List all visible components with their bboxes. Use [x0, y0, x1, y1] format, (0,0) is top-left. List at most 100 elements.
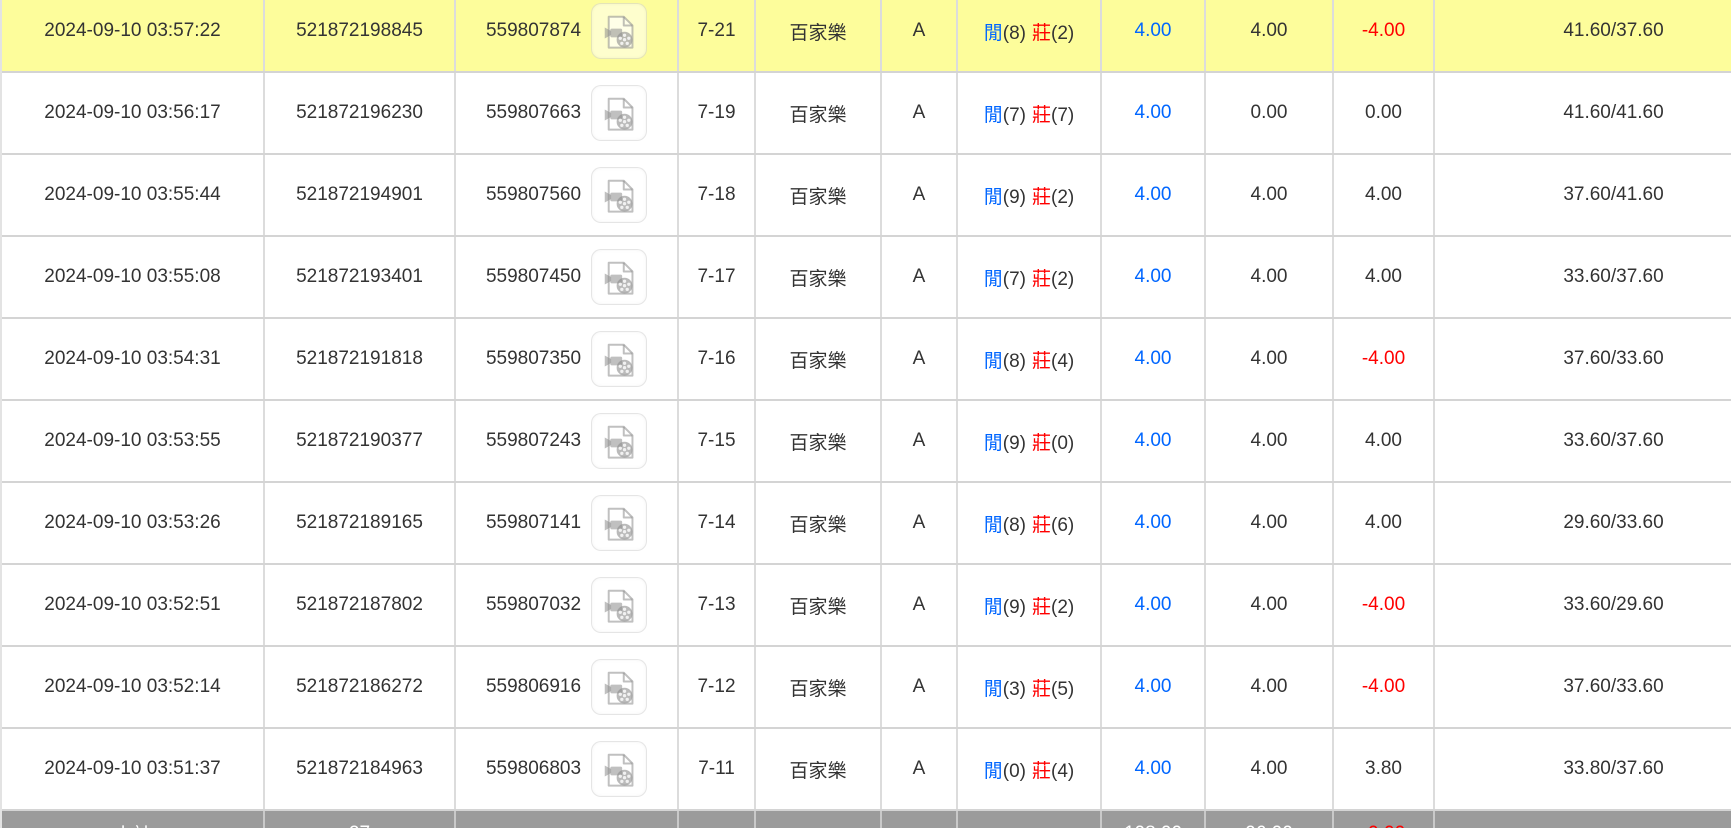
- bet-record-row[interactable]: 2024-09-10 03:56:17 521872196230 5598076…: [2, 73, 1731, 155]
- banker-score: (0): [1051, 433, 1074, 454]
- player-result: 閒(8): [984, 346, 1026, 373]
- valid-bet-cell: 0.00: [1206, 73, 1334, 153]
- bet-record-row[interactable]: 2024-09-10 03:54:31 521872191818 5598073…: [2, 319, 1731, 401]
- subtotal-empty-result: [958, 811, 1102, 828]
- round-cell: 7-11: [679, 729, 756, 809]
- win-loss-cell: -4.00: [1334, 647, 1435, 727]
- banker-label: 莊: [1032, 679, 1051, 700]
- banker-score: (4): [1051, 761, 1074, 782]
- game-id: 559807450: [486, 266, 581, 288]
- valid-bet-cell: 4.00: [1206, 319, 1334, 399]
- video-replay-button[interactable]: [591, 3, 647, 59]
- round-cell: 7-15: [679, 401, 756, 481]
- player-score: (9): [1003, 187, 1026, 208]
- banker-result: 莊(5): [1032, 674, 1074, 701]
- round-cell: 7-12: [679, 647, 756, 727]
- bet-amount-cell: 4.00: [1102, 483, 1206, 563]
- bet-rows: 2024-09-10 03:57:22 521872198845 5598078…: [2, 0, 1731, 811]
- bet-time-cell: 2024-09-10 03:51:37: [2, 729, 265, 809]
- subtotal-empty-game: [756, 811, 882, 828]
- player-result: 閒(9): [984, 428, 1026, 455]
- win-loss-cell: 4.00: [1334, 483, 1435, 563]
- game-id: 559807141: [486, 512, 581, 534]
- game-id-cell: 559807874: [456, 0, 679, 71]
- video-replay-button[interactable]: [591, 249, 647, 305]
- win-loss-cell: -4.00: [1334, 319, 1435, 399]
- bet-record-row[interactable]: 2024-09-10 03:57:22 521872198845 5598078…: [2, 0, 1731, 73]
- bet-record-row[interactable]: 2024-09-10 03:52:51 521872187802 5598070…: [2, 565, 1731, 647]
- game-type-cell: 百家樂: [756, 0, 882, 71]
- game-id-cell: 559807032: [456, 565, 679, 645]
- balance-cell: 37.60/33.60: [1435, 647, 1731, 727]
- bet-record-row[interactable]: 2024-09-10 03:51:37 521872184963 5598068…: [2, 729, 1731, 811]
- video-replay-icon: [600, 12, 638, 50]
- banker-label: 莊: [1032, 433, 1051, 454]
- result-cell: 閒(9) 莊(2): [958, 155, 1102, 235]
- video-replay-button[interactable]: [591, 167, 647, 223]
- video-replay-button[interactable]: [591, 495, 647, 551]
- round-cell: 7-21: [679, 0, 756, 71]
- game-id-cell: 559807350: [456, 319, 679, 399]
- player-result: 閒(8): [984, 510, 1026, 537]
- win-loss-cell: -4.00: [1334, 565, 1435, 645]
- subtotal-win-loss: -9.00: [1334, 811, 1435, 828]
- bet-record-row[interactable]: 2024-09-10 03:53:55 521872190377 5598072…: [2, 401, 1731, 483]
- banker-result: 莊(0): [1032, 428, 1074, 455]
- bet-id-cell: 521872191818: [265, 319, 456, 399]
- bet-time-cell: 2024-09-10 03:54:31: [2, 319, 265, 399]
- valid-bet-cell: 4.00: [1206, 155, 1334, 235]
- bet-amount-cell: 4.00: [1102, 0, 1206, 71]
- bet-record-row[interactable]: 2024-09-10 03:55:44 521872194901 5598075…: [2, 155, 1731, 237]
- video-replay-button[interactable]: [591, 85, 647, 141]
- table-code-cell: A: [882, 565, 958, 645]
- bet-record-row[interactable]: 2024-09-10 03:52:14 521872186272 5598069…: [2, 647, 1731, 729]
- round-cell: 7-17: [679, 237, 756, 317]
- game-type-cell: 百家樂: [756, 319, 882, 399]
- game-id: 559807874: [486, 20, 581, 42]
- player-label: 閒: [984, 433, 1003, 454]
- game-id: 559807560: [486, 184, 581, 206]
- result-cell: 閒(9) 莊(2): [958, 565, 1102, 645]
- subtotal-empty-gameid: [456, 811, 679, 828]
- game-type-cell: 百家樂: [756, 729, 882, 809]
- bet-amount-cell: 4.00: [1102, 319, 1206, 399]
- banker-score: (2): [1051, 23, 1074, 44]
- round-cell: 7-14: [679, 483, 756, 563]
- bet-history-table: 2024-09-10 03:57:22 521872198845 5598078…: [0, 0, 1731, 828]
- result-cell: 閒(9) 莊(0): [958, 401, 1102, 481]
- bet-record-row[interactable]: 2024-09-10 03:53:26 521872189165 5598071…: [2, 483, 1731, 565]
- table-code-cell: A: [882, 483, 958, 563]
- subtotal-count: 27: [265, 811, 456, 828]
- video-replay-button[interactable]: [591, 413, 647, 469]
- video-replay-icon: [600, 586, 638, 624]
- player-result: 閒(8): [984, 18, 1026, 45]
- banker-result: 莊(2): [1032, 264, 1074, 291]
- video-replay-button[interactable]: [591, 659, 647, 715]
- video-replay-button[interactable]: [591, 331, 647, 387]
- win-loss-cell: -4.00: [1334, 0, 1435, 71]
- result-cell: 閒(0) 莊(4): [958, 729, 1102, 809]
- game-id-cell: 559806916: [456, 647, 679, 727]
- result-cell: 閒(8) 莊(4): [958, 319, 1102, 399]
- result-cell: 閒(8) 莊(2): [958, 0, 1102, 71]
- balance-cell: 33.60/29.60: [1435, 565, 1731, 645]
- bet-record-row[interactable]: 2024-09-10 03:55:08 521872193401 5598074…: [2, 237, 1731, 319]
- banker-score: (7): [1051, 105, 1074, 126]
- game-type-cell: 百家樂: [756, 483, 882, 563]
- game-id-cell: 559807450: [456, 237, 679, 317]
- valid-bet-cell: 4.00: [1206, 483, 1334, 563]
- video-replay-button[interactable]: [591, 741, 647, 797]
- banker-score: (2): [1051, 597, 1074, 618]
- player-label: 閒: [984, 679, 1003, 700]
- video-replay-button[interactable]: [591, 577, 647, 633]
- subtotal-empty-table: [882, 811, 958, 828]
- bet-amount-cell: 4.00: [1102, 155, 1206, 235]
- game-type-cell: 百家樂: [756, 237, 882, 317]
- table-code-cell: A: [882, 647, 958, 727]
- game-id-cell: 559807560: [456, 155, 679, 235]
- video-replay-icon: [600, 94, 638, 132]
- bet-id-cell: 521872184963: [265, 729, 456, 809]
- player-score: (0): [1003, 761, 1026, 782]
- result-cell: 閒(3) 莊(5): [958, 647, 1102, 727]
- player-score: (3): [1003, 679, 1026, 700]
